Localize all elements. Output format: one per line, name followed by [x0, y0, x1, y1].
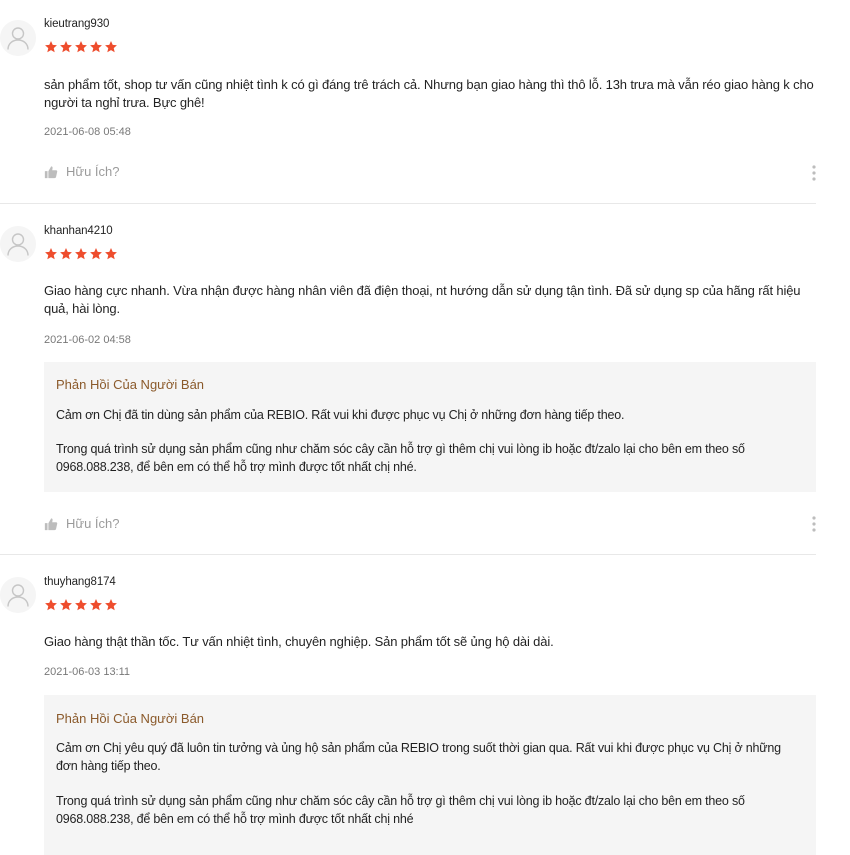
review-content: Giao hàng thật thần tốc. Tư vấn nhiệt tì…: [44, 634, 554, 649]
thumbs-up-icon: [44, 517, 58, 531]
seller-reply: Phản Hồi Của Người Bán Cảm ơn Chị yêu qu…: [44, 695, 816, 855]
review-date: 2021-06-08 05:48: [44, 126, 131, 138]
seller-reply-title: Phản Hồi Của Người Bán: [56, 377, 205, 392]
review-content: Giao hàng cực nhanh. Vừa nhận được hàng …: [44, 283, 801, 316]
helpful-button[interactable]: Hữu Ích?: [44, 516, 120, 531]
star-icon: [74, 40, 88, 54]
rating-stars: [44, 247, 118, 261]
review-item: khanhan4210 Giao hàng cực nhanh. Vừa nhậ…: [0, 204, 816, 554]
star-icon: [104, 40, 118, 54]
user-avatar-icon[interactable]: [0, 226, 36, 262]
star-icon: [89, 247, 103, 261]
seller-reply-text: Trong quá trình sử dụng sản phẩm cũng nh…: [56, 794, 745, 826]
review-item: kieutrang930 sản phẩm tốt, shop tư vấn c…: [0, 0, 816, 204]
star-icon: [44, 247, 58, 261]
rating-stars: [44, 598, 118, 612]
thumbs-up-icon: [44, 165, 58, 179]
seller-reply-title: Phản Hồi Của Người Bán: [56, 711, 205, 726]
review-content: sản phẩm tốt, shop tư vấn cũng nhiệt tìn…: [44, 77, 814, 110]
star-icon: [44, 598, 58, 612]
user-avatar-icon[interactable]: [0, 20, 36, 56]
helpful-button[interactable]: Hữu Ích?: [44, 164, 120, 179]
review-username[interactable]: thuyhang8174: [44, 576, 116, 588]
helpful-label: Hữu Ích?: [66, 516, 120, 531]
star-icon: [59, 40, 73, 54]
seller-reply-text: Trong quá trình sử dụng sản phẩm cũng nh…: [56, 442, 745, 474]
star-icon: [89, 598, 103, 612]
review-username[interactable]: kieutrang930: [44, 18, 109, 30]
review-item: thuyhang8174 Giao hàng thật thần tốc. Tư…: [0, 555, 816, 855]
review-date: 2021-06-03 13:11: [44, 666, 131, 678]
user-avatar-icon[interactable]: [0, 577, 36, 613]
helpful-label: Hữu Ích?: [66, 164, 120, 179]
seller-reply: Phản Hồi Của Người Bán Cảm ơn Chị đã tin…: [44, 362, 816, 492]
review-username[interactable]: khanhan4210: [44, 225, 113, 237]
star-icon: [59, 247, 73, 261]
more-vertical-icon[interactable]: [809, 515, 819, 533]
star-icon: [59, 598, 73, 612]
star-icon: [74, 598, 88, 612]
seller-reply-text: Cảm ơn Chị yêu quý đã luôn tin tưởng và …: [56, 741, 781, 773]
star-icon: [104, 598, 118, 612]
more-vertical-icon[interactable]: [809, 164, 819, 182]
star-icon: [44, 40, 58, 54]
star-icon: [74, 247, 88, 261]
star-icon: [89, 40, 103, 54]
star-icon: [104, 247, 118, 261]
rating-stars: [44, 40, 118, 54]
review-date: 2021-06-02 04:58: [44, 334, 131, 346]
seller-reply-text: Cảm ơn Chị đã tin dùng sản phẩm của REBI…: [56, 408, 625, 422]
